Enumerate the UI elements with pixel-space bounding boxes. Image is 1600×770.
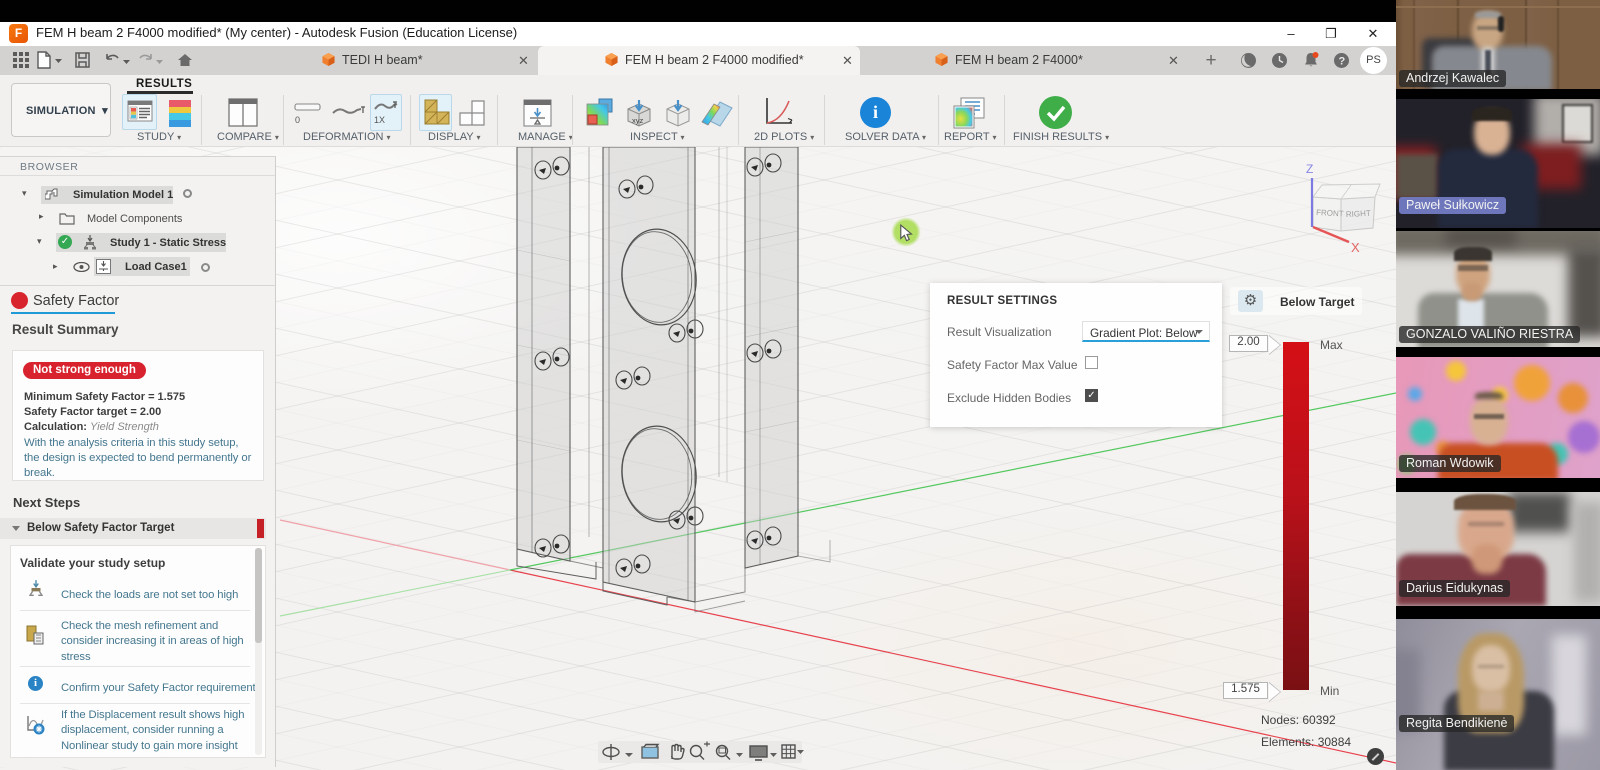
svg-text:xyz: xyz [632, 116, 644, 125]
svg-text:?: ? [1339, 56, 1346, 68]
svg-text:FRONT: FRONT [1316, 208, 1344, 218]
svg-text:Z: Z [1306, 162, 1313, 176]
svg-text:0: 0 [295, 115, 300, 125]
svg-text:RIGHT: RIGHT [1346, 209, 1371, 219]
svg-text:X: X [1351, 240, 1360, 255]
